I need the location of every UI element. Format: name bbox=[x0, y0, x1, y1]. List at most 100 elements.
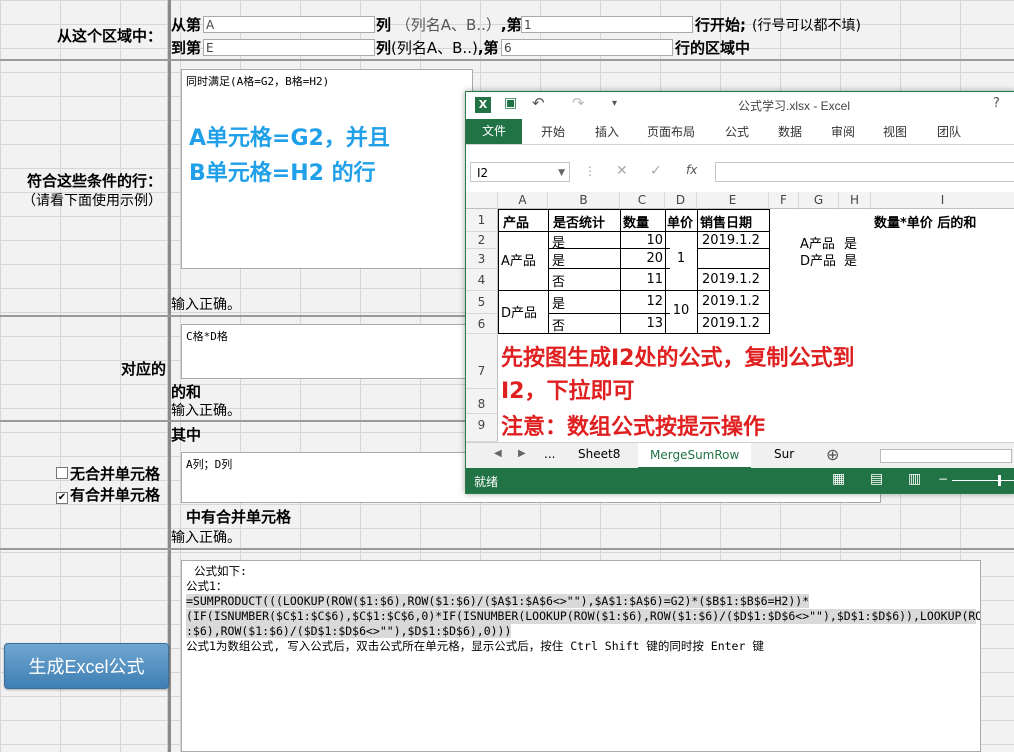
condition-ok: 输入正确。 bbox=[171, 297, 241, 313]
row-header[interactable]: 6 bbox=[466, 314, 498, 334]
save-icon[interactable]: ▣ bbox=[504, 95, 517, 111]
cell-b5[interactable]: 是 bbox=[552, 293, 565, 312]
zoom-out-icon[interactable]: − bbox=[938, 472, 948, 486]
row-header[interactable]: 2 bbox=[466, 232, 498, 249]
row-header[interactable]: 8 bbox=[466, 389, 498, 414]
horizontal-scrollbar[interactable] bbox=[880, 449, 1012, 463]
excel-logo-icon: X bbox=[475, 97, 491, 113]
excel-window: X ▣ ↶ ↷ ▾ 公式学习.xlsx - Excel ? 文件 开始 插入 页… bbox=[465, 91, 1014, 494]
col-header[interactable]: A bbox=[498, 192, 548, 209]
zoom-slider-thumb[interactable] bbox=[998, 475, 1001, 486]
col-header[interactable]: E bbox=[697, 192, 769, 209]
col-header[interactable]: B bbox=[548, 192, 620, 209]
checkbox-checked-icon[interactable]: ✔ bbox=[56, 492, 68, 504]
merge-text: A列；D列 bbox=[186, 458, 233, 471]
tab-formulas[interactable]: 公式 bbox=[725, 123, 749, 140]
tab-insert[interactable]: 插入 bbox=[595, 123, 619, 140]
opt-no-merge[interactable]: 无合并单元格 bbox=[56, 463, 160, 484]
from-col-input[interactable]: A bbox=[203, 16, 375, 33]
sheet-tab-mergesumrow[interactable]: MergeSumRow bbox=[638, 443, 752, 469]
cell-d1[interactable]: 单价 bbox=[667, 212, 697, 231]
result-textarea[interactable]: 公式如下: 公式1： =SUMPRODUCT(((LOOKUP(ROW($1:$… bbox=[181, 560, 981, 752]
sheet-tab-sheet8[interactable]: Sheet8 bbox=[578, 447, 620, 461]
cell-e2[interactable]: 2019.1.2 bbox=[702, 233, 760, 248]
tab-page-layout[interactable]: 页面布局 bbox=[647, 123, 695, 140]
cell-b2[interactable]: 是 bbox=[552, 232, 565, 251]
row-header[interactable]: 4 bbox=[466, 269, 498, 291]
cell-a-group-d[interactable]: D产品 bbox=[501, 302, 537, 321]
enter-icon[interactable]: ✓ bbox=[650, 163, 662, 179]
zoom-slider[interactable] bbox=[952, 480, 1014, 481]
checkbox-unchecked-icon[interactable] bbox=[56, 467, 68, 479]
normal-view-icon[interactable]: ▦ bbox=[832, 471, 845, 487]
opt-has-merge[interactable]: ✔ 有合并单元格 bbox=[56, 484, 160, 505]
table-line bbox=[697, 248, 770, 249]
cell-a1[interactable]: 产品 bbox=[503, 212, 529, 231]
col-header[interactable]: F bbox=[769, 192, 799, 209]
from-row-input[interactable]: 1 bbox=[521, 16, 693, 33]
cell-c4[interactable]: 11 bbox=[620, 272, 663, 287]
cell-c6[interactable]: 13 bbox=[620, 316, 663, 331]
row-note: (行号可以都不填) bbox=[752, 18, 861, 34]
col-header[interactable]: C bbox=[620, 192, 665, 209]
to-row-input[interactable]: 6 bbox=[501, 39, 673, 56]
cell-i1[interactable]: 数量*单价 后的和 bbox=[874, 212, 976, 231]
corr-label: 对应的 bbox=[120, 360, 166, 378]
cell-c3[interactable]: 20 bbox=[620, 251, 663, 266]
tab-data[interactable]: 数据 bbox=[778, 123, 802, 140]
row-header[interactable]: 5 bbox=[466, 291, 498, 314]
page-layout-view-icon[interactable]: ▤ bbox=[870, 471, 883, 487]
page-break-view-icon[interactable]: ▥ bbox=[908, 471, 921, 487]
cell-e5[interactable]: 2019.1.2 bbox=[702, 294, 760, 309]
next-sheet-icon[interactable]: ▶ bbox=[518, 448, 526, 459]
cell-e6[interactable]: 2019.1.2 bbox=[702, 316, 760, 331]
merge-suffix: 中有合并单元格 bbox=[186, 508, 292, 526]
corr-ok: 输入正确。 bbox=[171, 403, 241, 419]
undo-icon[interactable]: ↶ bbox=[532, 94, 545, 112]
to-col-input[interactable]: E bbox=[203, 39, 375, 56]
cell-c2[interactable]: 10 bbox=[620, 233, 663, 248]
chevron-down-icon[interactable]: ▼ bbox=[558, 163, 565, 183]
row-header[interactable]: 9 bbox=[466, 414, 498, 442]
fx-icon[interactable]: fx bbox=[686, 163, 697, 177]
tab-review[interactable]: 审阅 bbox=[831, 123, 855, 140]
col-header[interactable]: I bbox=[871, 192, 1014, 209]
cell-d-price-1[interactable]: 1 bbox=[665, 251, 697, 266]
tab-view[interactable]: 视图 bbox=[883, 123, 907, 140]
cancel-icon[interactable]: ✕ bbox=[616, 163, 628, 179]
cell-b4[interactable]: 否 bbox=[552, 271, 565, 290]
tab-file[interactable]: 文件 bbox=[466, 119, 523, 144]
qat-customize-icon[interactable]: ▾ bbox=[612, 98, 617, 109]
sheet-more[interactable]: ... bbox=[544, 447, 555, 461]
sheet-tab-sur[interactable]: Sur bbox=[774, 447, 794, 461]
cell-e1[interactable]: 销售日期 bbox=[700, 212, 752, 231]
tab-home[interactable]: 开始 bbox=[541, 123, 565, 140]
cell-h3[interactable]: 是 bbox=[844, 250, 857, 269]
col-header[interactable]: H bbox=[839, 192, 871, 209]
cell-c1[interactable]: 数量 bbox=[623, 212, 649, 231]
help-icon[interactable]: ? bbox=[993, 96, 1000, 111]
cell-e4[interactable]: 2019.1.2 bbox=[702, 272, 760, 287]
row-end-label: 行的区域中 bbox=[675, 39, 751, 57]
corr-textarea[interactable]: C格*D格 bbox=[181, 324, 471, 379]
formula-input[interactable] bbox=[715, 162, 1014, 182]
cell-a-group-a[interactable]: A产品 bbox=[501, 250, 536, 269]
cell-d-price-2[interactable]: 10 bbox=[665, 303, 697, 318]
cell-g3[interactable]: D产品 bbox=[800, 250, 836, 269]
generate-formula-button[interactable]: 生成Excel公式 bbox=[4, 643, 169, 689]
row-header[interactable]: 3 bbox=[466, 249, 498, 269]
row-header[interactable]: 7 bbox=[466, 334, 498, 389]
prev-sheet-icon[interactable]: ◀ bbox=[494, 448, 502, 459]
cell-b3[interactable]: 是 bbox=[552, 250, 565, 269]
add-sheet-icon[interactable]: ⊕ bbox=[826, 445, 839, 464]
tab-team[interactable]: 团队 bbox=[937, 123, 961, 140]
cell-c5[interactable]: 12 bbox=[620, 294, 663, 309]
row-header[interactable]: 1 bbox=[466, 209, 498, 232]
col-header[interactable]: D bbox=[665, 192, 697, 209]
select-all-corner[interactable] bbox=[466, 192, 498, 209]
cell-b1[interactable]: 是否统计 bbox=[553, 212, 605, 231]
name-box[interactable]: I2 ▼ bbox=[470, 162, 570, 182]
redo-icon[interactable]: ↷ bbox=[572, 94, 585, 112]
cell-b6[interactable]: 否 bbox=[552, 315, 565, 334]
col-header[interactable]: G bbox=[799, 192, 839, 209]
